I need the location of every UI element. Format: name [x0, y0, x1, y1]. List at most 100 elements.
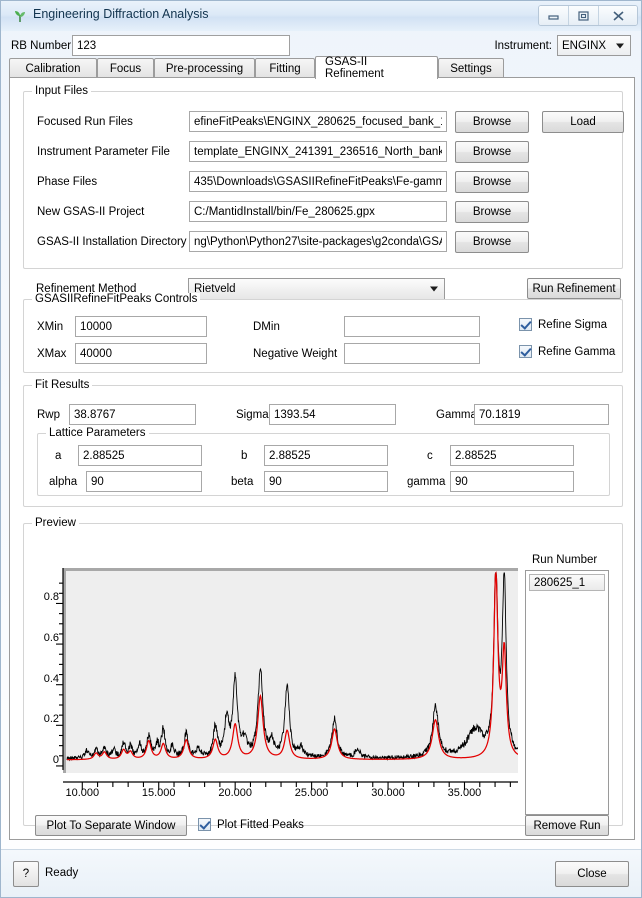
input-files-title: Input Files	[32, 85, 92, 97]
plot-fitted-peaks-label: Plot Fitted Peaks	[217, 818, 304, 831]
window-title: Engineering Diffraction Analysis	[33, 7, 209, 21]
xmax-input[interactable]	[75, 343, 207, 364]
close-dialog-button[interactable]: Close	[555, 861, 629, 887]
run-number-label: Run Number	[532, 554, 598, 566]
button-label: Browse	[472, 206, 512, 218]
lattice-b-input[interactable]	[264, 445, 388, 466]
negative-weight-label: Negative Weight	[253, 348, 338, 360]
gsasii-controls-group: GSASIIRefineFitPeaks Controls XMin DMin …	[23, 293, 623, 373]
tab-label: Pre-processing	[165, 62, 244, 75]
rwp-input[interactable]	[69, 404, 196, 425]
lattice-gamma-label: gamma	[407, 476, 446, 488]
refinement-method-select[interactable]: Rietveld	[188, 278, 445, 300]
lattice-gamma-input[interactable]	[450, 471, 574, 492]
new-gsas-ii-project-browse-button[interactable]: Browse	[455, 201, 529, 223]
run-refinement-button[interactable]: Run Refinement	[527, 278, 621, 299]
xmin-label: XMin	[37, 321, 64, 333]
remove-run-button[interactable]: Remove Run	[525, 815, 609, 836]
instrument-label: Instrument:	[494, 40, 552, 52]
run-number-listbox[interactable]: 280625_1	[525, 570, 609, 815]
focused-run-files-input[interactable]	[189, 111, 447, 132]
instrument-parameter-file-input[interactable]	[189, 141, 447, 162]
focused-run-files-label: Focused Run Files	[37, 116, 133, 128]
button-label: Close	[577, 868, 607, 880]
lattice-beta-input[interactable]	[264, 471, 388, 492]
new-gsas-ii-project-label: New GSAS-II Project	[37, 206, 145, 218]
refine-gamma-checkbox[interactable]: Refine Gamma	[519, 345, 615, 358]
close-button[interactable]	[599, 6, 637, 25]
x-tick-label: 10.000	[65, 787, 100, 799]
negative-weight-input[interactable]	[344, 343, 480, 364]
dmin-label: DMin	[253, 321, 280, 333]
fit-results-group: Fit Results Rwp Sigma Gamma Lattice Para…	[23, 379, 623, 507]
preview-title: Preview	[32, 517, 79, 529]
window-controls	[538, 5, 638, 26]
lattice-a-input[interactable]	[78, 445, 202, 466]
refine-sigma-checkbox[interactable]: Refine Sigma	[519, 318, 607, 331]
application-window: Engineering Diffraction Analysis RB Numb…	[0, 0, 642, 898]
rb-number-label: RB Number:	[11, 40, 75, 52]
button-label: Run Refinement	[532, 282, 616, 295]
gsas-ii-installation-directory-label: GSAS-II Installation Directory	[37, 236, 187, 248]
button-label: Plot To Separate Window	[46, 819, 176, 832]
xmin-input[interactable]	[75, 316, 207, 337]
help-icon: ?	[22, 868, 30, 880]
restore-button[interactable]	[569, 6, 599, 25]
sprout-icon	[15, 11, 25, 22]
lattice-b-label: b	[241, 450, 248, 462]
tab-label: Fitting	[269, 62, 301, 75]
lattice-alpha-input[interactable]	[86, 471, 202, 492]
tab-settings[interactable]: Settings	[438, 58, 504, 78]
x-tick-label: 15.000	[141, 787, 176, 799]
instrument-select[interactable]: ENGINX	[557, 35, 631, 56]
minimize-button[interactable]	[539, 6, 569, 25]
help-button[interactable]: ?	[13, 861, 39, 887]
gamma-result-input[interactable]	[474, 404, 609, 425]
phase-files-label: Phase Files	[37, 176, 98, 188]
tab-pre-processing[interactable]: Pre-processing	[154, 58, 255, 78]
tab-gsas-ii-refinement[interactable]: GSAS-II Refinement	[315, 56, 438, 80]
dmin-input[interactable]	[344, 316, 480, 337]
list-item[interactable]: 280625_1	[529, 574, 605, 591]
lattice-parameters-group: Lattice Parameters a b c alpha beta gamm…	[37, 427, 610, 496]
gsas-ii-installation-directory-input[interactable]	[189, 231, 447, 252]
tab-label: Settings	[450, 62, 492, 75]
instrument-parameter-file-browse-button[interactable]: Browse	[455, 141, 529, 163]
rb-number-input[interactable]	[72, 35, 290, 56]
new-gsas-ii-project-input[interactable]	[189, 201, 447, 222]
plot-axes	[56, 568, 518, 790]
plot-x-axis-labels: 10.000 15.000 20.000 25.000 30.000 35.000	[56, 787, 526, 803]
sigma-input[interactable]	[269, 404, 396, 425]
tab-focus[interactable]: Focus	[97, 58, 154, 78]
tab-calibration[interactable]: Calibration	[9, 58, 97, 78]
lattice-a-label: a	[55, 450, 62, 462]
controls-title: GSASIIRefineFitPeaks Controls	[32, 293, 201, 305]
lattice-c-input[interactable]	[450, 445, 574, 466]
input-files-group: Input Files Focused Run Files Browse Loa…	[23, 85, 624, 269]
button-label: Load	[570, 116, 596, 128]
button-label: Browse	[472, 176, 512, 188]
status-bar: ? Ready Close	[1, 849, 641, 897]
tab-label: Focus	[109, 62, 142, 75]
tab-label: GSAS-II Refinement	[325, 56, 384, 80]
chevron-down-icon	[616, 43, 624, 48]
restore-icon	[578, 11, 589, 21]
refine-gamma-label: Refine Gamma	[538, 345, 616, 358]
checkbox-icon	[519, 345, 532, 358]
load-button[interactable]: Load	[542, 111, 624, 133]
plot-fitted-peaks-checkbox[interactable]: Plot Fitted Peaks	[198, 818, 304, 831]
tab-bar: Calibration Focus Pre-processing Fitting…	[9, 56, 635, 80]
tab-fitting[interactable]: Fitting	[255, 58, 315, 78]
rwp-label: Rwp	[37, 409, 61, 421]
sigma-label: Sigma	[236, 409, 269, 421]
chevron-down-icon	[430, 286, 438, 292]
instrument-value: ENGINX	[562, 39, 607, 52]
close-icon	[612, 10, 624, 21]
phase-files-input[interactable]	[189, 171, 447, 192]
focused-run-files-browse-button[interactable]: Browse	[455, 111, 529, 133]
phase-files-browse-button[interactable]: Browse	[455, 171, 529, 193]
gsas-ii-installation-directory-browse-button[interactable]: Browse	[455, 231, 529, 253]
plot-to-separate-window-button[interactable]: Plot To Separate Window	[35, 815, 187, 836]
minimize-icon	[548, 15, 559, 20]
lattice-beta-label: beta	[231, 476, 254, 488]
